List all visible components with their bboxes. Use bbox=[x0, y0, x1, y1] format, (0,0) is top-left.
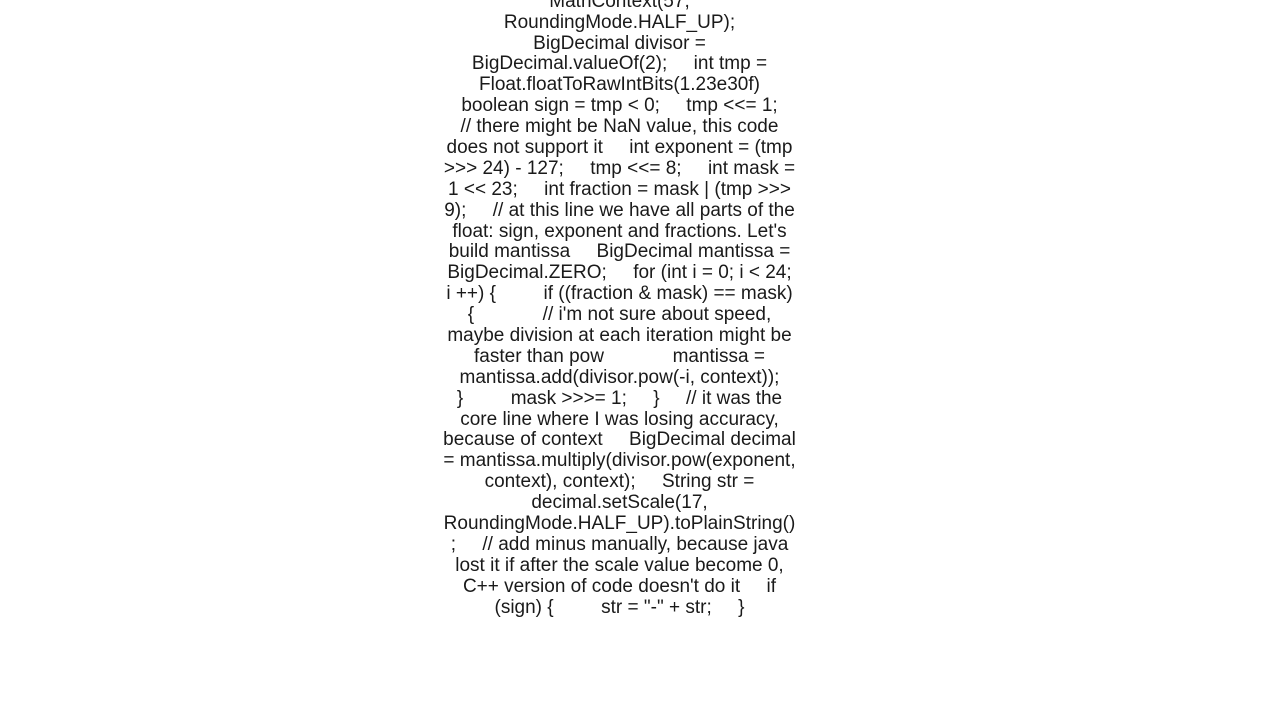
code-snippet-text: exponent value) - its 40 + scale, 17 for… bbox=[443, 0, 796, 619]
